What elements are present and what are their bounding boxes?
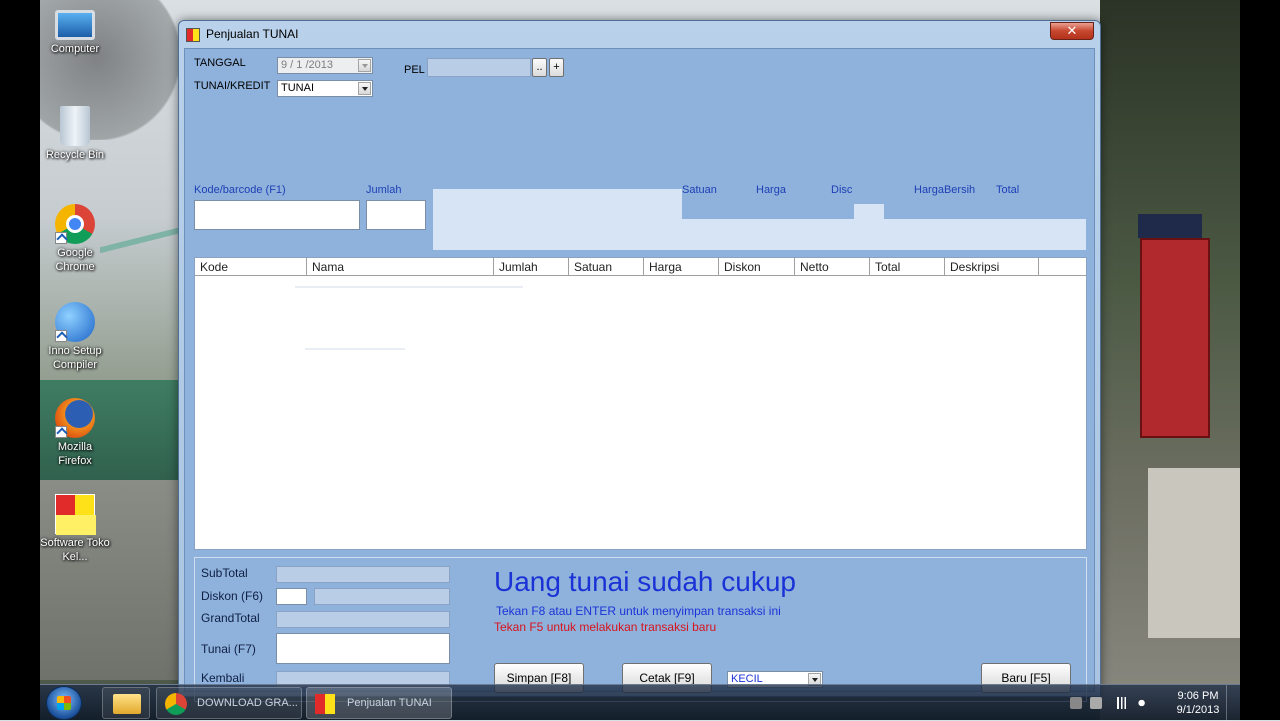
desktop-icon-software-toko[interactable]: Software Toko Kel... [40, 494, 110, 564]
chevron-down-icon [358, 59, 371, 72]
harga-header: Harga [756, 184, 786, 196]
disc-highlight [854, 204, 884, 219]
entry-highlight-area [433, 189, 682, 250]
tanggal-date-picker[interactable]: 9 / 1 /2013 [277, 57, 373, 74]
column-nama[interactable]: Nama [307, 258, 494, 276]
pel-label: PEL [404, 64, 425, 76]
desktop-icon-label: Google Chrome [55, 247, 95, 273]
taskbar: DOWNLOAD GRA... Penjualan TUNAI 9:06 PM … [40, 684, 1240, 721]
close-button[interactable]: ✕ [1050, 22, 1094, 40]
folder-icon [113, 694, 141, 714]
recycle-bin-icon [60, 106, 90, 146]
chevron-down-icon [358, 82, 371, 95]
tray-flag-icon[interactable] [1070, 697, 1082, 709]
subtotal-field [276, 566, 450, 583]
clock-time: 9:06 PM [1177, 690, 1219, 702]
column-harga[interactable]: Harga [644, 258, 719, 276]
app-icon [315, 694, 335, 714]
new-transaction-hint: Tekan F5 untuk melakukan transaksi baru [494, 620, 717, 634]
status-message: Uang tunai sudah cukup [494, 566, 796, 597]
tanggal-value: 9 / 1 /2013 [281, 59, 333, 71]
summary-panel: SubTotal Diskon (F6) GrandTotal Tunai (F… [194, 557, 1087, 702]
kode-barcode-header: Kode/barcode (F1) [194, 184, 286, 196]
grandtotal-field [276, 611, 450, 628]
taskbar-item-chrome[interactable]: DOWNLOAD GRA... [156, 687, 302, 719]
tray-device-icon[interactable] [1090, 697, 1102, 709]
taskbar-item-explorer[interactable] [102, 687, 150, 719]
clock-date: 9/1/2013 [1176, 704, 1220, 716]
window-client-area: TANGGAL 9 / 1 /2013 TUNAI/KREDIT TUNAI P… [184, 48, 1095, 702]
item-grid[interactable]: Kode Nama Jumlah Satuan Harga Diskon Net… [194, 257, 1087, 550]
disc-header: Disc [831, 184, 853, 196]
software-toko-icon [55, 494, 96, 535]
desktop-icon-label: Inno Setup Compiler [48, 345, 102, 371]
harga-bersih-header: HargaBersih [914, 184, 976, 196]
desktop-icon-label: Mozilla Firefox [57, 441, 93, 467]
save-hint: Tekan F8 atau ENTER untuk menyimpan tran… [496, 604, 781, 618]
volume-icon[interactable] [1138, 697, 1150, 709]
show-desktop-button[interactable] [1226, 685, 1240, 721]
chrome-icon [165, 693, 187, 715]
shortcut-arrow-icon [56, 521, 68, 533]
penjualan-window: Penjualan TUNAI ✕ TANGGAL 9 / 1 /2013 TU… [178, 20, 1101, 702]
chrome-icon [55, 204, 95, 244]
subtotal-label: SubTotal [201, 566, 248, 580]
column-netto[interactable]: Netto [795, 258, 870, 276]
desktop-icon-computer[interactable]: Computer [40, 10, 110, 56]
column-satuan[interactable]: Satuan [569, 258, 644, 276]
desktop-icon-label: Computer [50, 43, 100, 55]
grid-header: Kode Nama Jumlah Satuan Harga Diskon Net… [195, 258, 1086, 276]
start-button[interactable] [46, 686, 82, 720]
tanggal-label: TANGGAL [194, 57, 246, 69]
desktop-icon-label: Recycle Bin [45, 149, 105, 161]
jumlah-input[interactable] [366, 200, 426, 230]
jumlah-header: Jumlah [366, 184, 402, 196]
column-jumlah[interactable]: Jumlah [494, 258, 569, 276]
diskon-amount-field [314, 588, 450, 605]
total-header: Total [996, 184, 1020, 196]
letterbox-left [0, 0, 40, 720]
shortcut-arrow-icon [55, 330, 67, 342]
taskbar-item-penjualan[interactable]: Penjualan TUNAI [306, 687, 452, 719]
taskbar-item-label: DOWNLOAD GRA... [197, 697, 297, 709]
desktop-icon-inno-setup[interactable]: Inno Setup Compiler [40, 302, 110, 372]
computer-icon [55, 10, 95, 40]
firefox-icon [55, 398, 95, 438]
column-kode[interactable]: Kode [195, 258, 307, 276]
column-diskon[interactable]: Diskon [719, 258, 795, 276]
desktop-icon-recycle-bin[interactable]: Recycle Bin [40, 106, 110, 162]
window-title: Penjualan TUNAI [206, 27, 299, 41]
shortcut-arrow-icon [55, 426, 67, 438]
app-icon [186, 28, 200, 42]
column-total[interactable]: Total [870, 258, 945, 276]
diskon-label: Diskon (F6) [201, 589, 264, 603]
grandtotal-label: GrandTotal [201, 611, 260, 625]
kembali-label: Kembali [201, 671, 245, 685]
pelanggan-add-button[interactable]: + [549, 58, 564, 77]
desktop-icon-chrome[interactable]: Google Chrome [40, 204, 110, 274]
pelanggan-field[interactable] [427, 58, 531, 77]
taskbar-item-label: Penjualan TUNAI [347, 697, 432, 709]
pelanggan-browse-button[interactable]: .. [532, 58, 547, 77]
entry-highlight-area [682, 219, 1086, 250]
system-clock[interactable]: 9:06 PM 9/1/2013 [1164, 689, 1232, 717]
tunai-kredit-select[interactable]: TUNAI [277, 80, 373, 97]
desktop-icon-label: Software Toko Kel... [40, 537, 110, 563]
tunai-kredit-label: TUNAI/KREDIT [194, 80, 271, 92]
diskon-percent-input[interactable] [276, 588, 307, 605]
window-titlebar[interactable]: Penjualan TUNAI ✕ [179, 21, 1100, 47]
shortcut-arrow-icon [55, 232, 67, 244]
column-deskripsi[interactable]: Deskripsi [945, 258, 1039, 276]
tunai-input[interactable] [276, 633, 450, 664]
tunai-kredit-value: TUNAI [281, 82, 314, 94]
letterbox-right [1240, 0, 1280, 720]
tunai-label: Tunai (F7) [201, 642, 256, 656]
network-icon[interactable] [1116, 697, 1128, 709]
desktop-icon-firefox[interactable]: Mozilla Firefox [40, 398, 110, 468]
inno-setup-icon [55, 302, 95, 342]
kode-barcode-input[interactable] [194, 200, 360, 230]
satuan-header: Satuan [682, 184, 717, 196]
